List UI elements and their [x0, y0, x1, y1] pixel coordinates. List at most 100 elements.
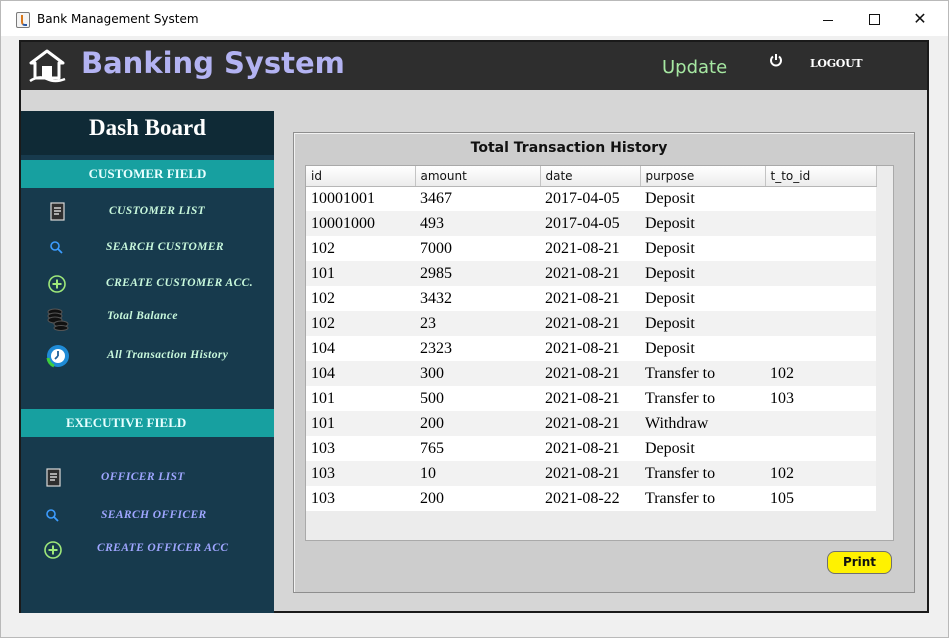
table-cell-date[interactable]: 2017-04-05: [540, 211, 640, 236]
table-cell-amount[interactable]: 300: [415, 361, 540, 386]
table-cell-t-to-id[interactable]: 102: [765, 361, 876, 386]
table-cell-date[interactable]: 2021-08-21: [540, 261, 640, 286]
brand-title: Banking System: [81, 46, 345, 80]
table-cell-t-to-id[interactable]: 102: [765, 461, 876, 486]
column-header-amount[interactable]: amount: [415, 166, 541, 187]
table-row[interactable]: 102 3432 2021-08-21 Deposit: [306, 286, 876, 311]
table-cell-id[interactable]: 101: [306, 386, 415, 411]
table-cell-id[interactable]: 104: [306, 361, 415, 386]
table-cell-date[interactable]: 2021-08-21: [540, 436, 640, 461]
table-cell-t-to-id[interactable]: [765, 211, 876, 236]
sidebar-item-officer-list[interactable]: OFFICER LIST: [21, 465, 274, 491]
sidebar-item-search-customer[interactable]: SEARCH CUSTOMER: [21, 235, 274, 261]
power-icon[interactable]: [769, 53, 783, 67]
table-cell-amount[interactable]: 10: [415, 461, 540, 486]
table-cell-t-to-id[interactable]: [765, 436, 876, 461]
table-cell-amount[interactable]: 23: [415, 311, 540, 336]
table-cell-amount[interactable]: 200: [415, 486, 540, 511]
table-cell-t-to-id[interactable]: [765, 411, 876, 436]
table-cell-date[interactable]: 2021-08-21: [540, 286, 640, 311]
table-cell-date[interactable]: 2021-08-21: [540, 361, 640, 386]
table-row[interactable]: 101 2985 2021-08-21 Deposit: [306, 261, 876, 286]
table-cell-amount[interactable]: 3467: [415, 186, 540, 211]
column-header-date[interactable]: date: [540, 166, 641, 187]
table-cell-date[interactable]: 2021-08-22: [540, 486, 640, 511]
table-cell-id[interactable]: 104: [306, 336, 415, 361]
table-cell-t-to-id[interactable]: 105: [765, 486, 876, 511]
table-row[interactable]: 102 7000 2021-08-21 Deposit: [306, 236, 876, 261]
table-cell-amount[interactable]: 765: [415, 436, 540, 461]
table-cell-purpose[interactable]: Transfer to: [640, 486, 765, 511]
table-cell-date[interactable]: 2021-08-21: [540, 311, 640, 336]
table-row[interactable]: 102 23 2021-08-21 Deposit: [306, 311, 876, 336]
table-cell-t-to-id[interactable]: [765, 311, 876, 336]
table-cell-amount[interactable]: 200: [415, 411, 540, 436]
table-cell-t-to-id[interactable]: [765, 186, 876, 211]
table-cell-amount[interactable]: 500: [415, 386, 540, 411]
table-cell-date[interactable]: 2017-04-05: [540, 186, 640, 211]
table-cell-purpose[interactable]: Transfer to: [640, 386, 765, 411]
sidebar-item-customer-list[interactable]: CUSTOMER LIST: [21, 199, 274, 225]
table-cell-t-to-id[interactable]: [765, 336, 876, 361]
table-cell-date[interactable]: 2021-08-21: [540, 461, 640, 486]
print-button[interactable]: Print: [827, 551, 892, 574]
table-cell-id[interactable]: 102: [306, 236, 415, 261]
table-cell-date[interactable]: 2021-08-21: [540, 386, 640, 411]
table-cell-purpose[interactable]: Deposit: [640, 211, 765, 236]
table-cell-purpose[interactable]: Deposit: [640, 436, 765, 461]
table-cell-purpose[interactable]: Transfer to: [640, 361, 765, 386]
table-cell-purpose[interactable]: Deposit: [640, 261, 765, 286]
table-cell-t-to-id[interactable]: [765, 261, 876, 286]
table-cell-purpose[interactable]: Deposit: [640, 311, 765, 336]
minimize-button[interactable]: [805, 1, 851, 37]
table-cell-date[interactable]: 2021-08-21: [540, 336, 640, 361]
table-cell-purpose[interactable]: Deposit: [640, 186, 765, 211]
table-cell-id[interactable]: 103: [306, 436, 415, 461]
table-cell-purpose[interactable]: Deposit: [640, 336, 765, 361]
maximize-button[interactable]: [851, 1, 897, 37]
table-cell-t-to-id[interactable]: [765, 236, 876, 261]
table-row[interactable]: 10001000 493 2017-04-05 Deposit: [306, 211, 876, 236]
table-cell-amount[interactable]: 2985: [415, 261, 540, 286]
table-cell-id[interactable]: 102: [306, 286, 415, 311]
table-cell-amount[interactable]: 7000: [415, 236, 540, 261]
table-row[interactable]: 104 2323 2021-08-21 Deposit: [306, 336, 876, 361]
table-cell-id[interactable]: 103: [306, 461, 415, 486]
table-cell-id[interactable]: 101: [306, 411, 415, 436]
table-row[interactable]: 103 10 2021-08-21 Transfer to 102: [306, 461, 876, 486]
column-header-id[interactable]: id: [306, 166, 416, 187]
table-cell-purpose[interactable]: Deposit: [640, 286, 765, 311]
sidebar-item-transaction-history[interactable]: All Transaction History: [21, 343, 274, 369]
column-header-purpose[interactable]: purpose: [640, 166, 766, 187]
table-cell-purpose[interactable]: Transfer to: [640, 461, 765, 486]
logout-button[interactable]: LOGOUT: [810, 57, 863, 70]
close-button[interactable]: ✕: [897, 1, 943, 37]
update-link[interactable]: Update: [662, 57, 727, 78]
table-cell-amount[interactable]: 3432: [415, 286, 540, 311]
sidebar-item-search-officer[interactable]: SEARCH OFFICER: [21, 503, 274, 529]
table-cell-purpose[interactable]: Withdraw: [640, 411, 765, 436]
sidebar-item-total-balance[interactable]: Total Balance: [21, 304, 274, 331]
table-cell-date[interactable]: 2021-08-21: [540, 411, 640, 436]
table-cell-id[interactable]: 10001001: [306, 186, 415, 211]
table-cell-t-to-id[interactable]: 103: [765, 386, 876, 411]
table-cell-t-to-id[interactable]: [765, 286, 876, 311]
transaction-table-scrollpane[interactable]: id amount date purpose t_to_id 10001001 3…: [305, 165, 894, 541]
table-row[interactable]: 101 200 2021-08-21 Withdraw: [306, 411, 876, 436]
table-row[interactable]: 10001001 3467 2017-04-05 Deposit: [306, 186, 876, 211]
table-cell-date[interactable]: 2021-08-21: [540, 236, 640, 261]
sidebar-item-create-officer[interactable]: CREATE OFFICER ACC: [21, 536, 274, 562]
table-cell-id[interactable]: 102: [306, 311, 415, 336]
table-cell-id[interactable]: 10001000: [306, 211, 415, 236]
table-cell-amount[interactable]: 493: [415, 211, 540, 236]
column-header-t-to-id[interactable]: t_to_id: [765, 166, 877, 187]
table-cell-purpose[interactable]: Deposit: [640, 236, 765, 261]
table-cell-amount[interactable]: 2323: [415, 336, 540, 361]
table-cell-id[interactable]: 101: [306, 261, 415, 286]
table-row[interactable]: 101 500 2021-08-21 Transfer to 103: [306, 386, 876, 411]
sidebar-item-create-customer[interactable]: CREATE CUSTOMER ACC.: [21, 271, 274, 297]
table-row[interactable]: 103 200 2021-08-22 Transfer to 105: [306, 486, 876, 511]
table-row[interactable]: 104 300 2021-08-21 Transfer to 102: [306, 361, 876, 386]
table-row[interactable]: 103 765 2021-08-21 Deposit: [306, 436, 876, 461]
table-cell-id[interactable]: 103: [306, 486, 415, 511]
